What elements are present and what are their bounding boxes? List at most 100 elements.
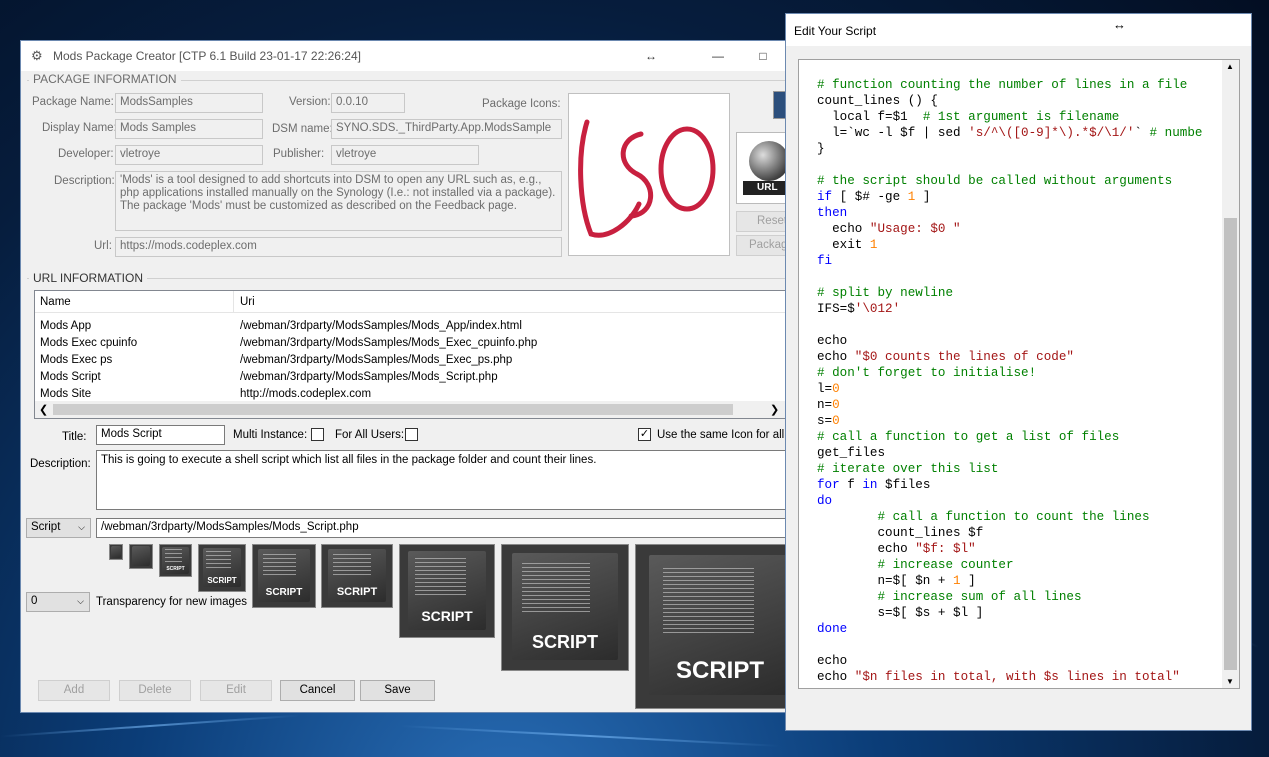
- scroll-down-icon[interactable]: ▼: [1226, 677, 1234, 686]
- package-info-heading: PACKAGE INFORMATION: [29, 72, 181, 86]
- description2-input[interactable]: This is going to execute a shell script …: [96, 450, 801, 510]
- code-line[interactable]: echo "$n files in total, with $s lines i…: [817, 669, 1202, 685]
- code-line[interactable]: count_lines $f: [817, 525, 1202, 541]
- icon-size-thumb[interactable]: [109, 544, 123, 560]
- code-line[interactable]: then: [817, 205, 1202, 221]
- code-line[interactable]: # call a function to get a list of files: [817, 429, 1202, 445]
- wallpaper-streak: [400, 725, 780, 747]
- publisher-field[interactable]: vletroye: [331, 145, 479, 165]
- chevron-down-icon: ⌵: [77, 596, 84, 606]
- code-line[interactable]: echo "$0 counts the lines of code": [817, 349, 1202, 365]
- code-line[interactable]: for f in $files: [817, 477, 1202, 493]
- url-label: Url:: [94, 240, 112, 252]
- script-path-input[interactable]: /webman/3rdparty/ModsSamples/Mods_Script…: [96, 518, 801, 538]
- description-field[interactable]: 'Mods' is a tool designed to add shortcu…: [115, 171, 562, 231]
- multi-instance-checkbox[interactable]: [311, 428, 324, 441]
- url-field[interactable]: https://mods.codeplex.com: [115, 237, 562, 257]
- chevron-down-icon: ⌵: [78, 522, 85, 532]
- code-line[interactable]: if [ $# -ge 1 ]: [817, 189, 1202, 205]
- version-label: Version:: [289, 96, 331, 108]
- type-select[interactable]: Script ⌵: [26, 518, 91, 538]
- for-all-users-checkbox[interactable]: [405, 428, 418, 441]
- scrollbar-thumb[interactable]: [1224, 218, 1237, 670]
- col-uri-header[interactable]: Uri: [240, 296, 255, 308]
- package-name-field[interactable]: ModsSamples: [115, 93, 263, 113]
- code-line[interactable]: exit 1: [817, 237, 1202, 253]
- transparency-select[interactable]: 0 ⌵: [26, 592, 90, 612]
- icon-size-thumb[interactable]: SCRIPT: [321, 544, 393, 608]
- code-line[interactable]: count_lines () {: [817, 93, 1202, 109]
- window-title: Mods Package Creator [CTP 6.1 Build 23-0…: [53, 49, 361, 63]
- code-line[interactable]: [817, 157, 1202, 173]
- icon-size-thumb[interactable]: SCRIPT: [159, 544, 192, 577]
- code-line[interactable]: n=$[ $n + 1 ]: [817, 573, 1202, 589]
- icon-size-thumb[interactable]: SCRIPT: [198, 544, 246, 592]
- col-name-header[interactable]: Name: [40, 296, 71, 308]
- code-line[interactable]: # increase sum of all lines: [817, 589, 1202, 605]
- vertical-scrollbar[interactable]: ▲ ▼: [1222, 60, 1239, 688]
- developer-field[interactable]: vletroye: [115, 145, 263, 165]
- add-button[interactable]: Add: [38, 680, 110, 701]
- code-line[interactable]: n=0: [817, 397, 1202, 413]
- wallpaper-streak: [0, 714, 300, 738]
- description2-label: Description:: [30, 458, 91, 470]
- code-line[interactable]: get_files: [817, 445, 1202, 461]
- code-line[interactable]: echo: [817, 653, 1202, 669]
- code-line[interactable]: [817, 317, 1202, 333]
- icon-size-thumb[interactable]: SCRIPT: [635, 544, 805, 709]
- same-icon-checkbox[interactable]: ✓: [638, 428, 651, 441]
- list-item[interactable]: Mods Script/webman/3rdparty/ModsSamples/…: [35, 369, 793, 386]
- save-button[interactable]: Save: [360, 680, 435, 701]
- list-item[interactable]: Mods Exec ps/webman/3rdparty/ModsSamples…: [35, 352, 793, 369]
- code-line[interactable]: echo "Usage: $0 ": [817, 221, 1202, 237]
- code-line[interactable]: l=0: [817, 381, 1202, 397]
- script-editor[interactable]: # function counting the number of lines …: [798, 59, 1240, 689]
- same-icon-label: Use the same Icon for all siz: [657, 429, 802, 441]
- code-line[interactable]: [817, 269, 1202, 285]
- horizontal-scrollbar[interactable]: ❮ ❯: [35, 401, 793, 418]
- script-code[interactable]: # function counting the number of lines …: [817, 77, 1202, 685]
- dsm-name-field[interactable]: SYNO.SDS._ThirdParty.App.ModsSample: [331, 119, 562, 139]
- icon-size-thumb[interactable]: SCRIPT: [252, 544, 316, 608]
- code-line[interactable]: do: [817, 493, 1202, 509]
- list-item[interactable]: Mods App/webman/3rdparty/ModsSamples/Mod…: [35, 318, 793, 335]
- url-list[interactable]: Name Uri Mods App/webman/3rdparty/ModsSa…: [34, 290, 794, 419]
- display-name-field[interactable]: Mods Samples: [115, 119, 263, 139]
- code-line[interactable]: # split by newline: [817, 285, 1202, 301]
- code-line[interactable]: # call a function to count the lines: [817, 509, 1202, 525]
- code-line[interactable]: IFS=$'\012': [817, 301, 1202, 317]
- code-line[interactable]: l=`wc -l $f | sed 's/^\([0-9]*\).*$/\1/'…: [817, 125, 1202, 141]
- scroll-left-icon[interactable]: ❮: [39, 403, 48, 416]
- code-line[interactable]: }: [817, 141, 1202, 157]
- maximize-button[interactable]: □: [756, 49, 770, 63]
- version-field[interactable]: 0.0.10: [331, 93, 405, 113]
- edit-button[interactable]: Edit: [200, 680, 272, 701]
- main-titlebar: ⚙ Mods Package Creator [CTP 6.1 Build 23…: [21, 41, 809, 71]
- code-line[interactable]: echo: [817, 333, 1202, 349]
- minimize-button[interactable]: —: [711, 49, 725, 63]
- code-line[interactable]: [817, 637, 1202, 653]
- list-item[interactable]: Mods Exec cpuinfo/webman/3rdparty/ModsSa…: [35, 335, 793, 352]
- code-line[interactable]: local f=$1 # 1st argument is filename: [817, 109, 1202, 125]
- code-line[interactable]: s=$[ $s + $l ]: [817, 605, 1202, 621]
- code-line[interactable]: done: [817, 621, 1202, 637]
- icon-size-thumb[interactable]: SCRIPT: [501, 544, 629, 671]
- globe-icon: [749, 141, 789, 181]
- code-line[interactable]: echo "$f: $l": [817, 541, 1202, 557]
- scrollbar-thumb[interactable]: [53, 404, 733, 415]
- code-line[interactable]: # the script should be called without ar…: [817, 173, 1202, 189]
- icon-size-thumb[interactable]: [129, 544, 153, 569]
- delete-button[interactable]: Delete: [119, 680, 191, 701]
- cancel-button[interactable]: Cancel: [280, 680, 355, 701]
- package-icon-lso-logo[interactable]: [568, 93, 730, 256]
- code-line[interactable]: fi: [817, 253, 1202, 269]
- scroll-up-icon[interactable]: ▲: [1226, 62, 1234, 71]
- code-line[interactable]: # function counting the number of lines …: [817, 77, 1202, 93]
- scroll-right-icon[interactable]: ❯: [770, 403, 779, 416]
- code-line[interactable]: s=0: [817, 413, 1202, 429]
- code-line[interactable]: # iterate over this list: [817, 461, 1202, 477]
- icon-size-thumb[interactable]: SCRIPT: [399, 544, 495, 638]
- code-line[interactable]: # increase counter: [817, 557, 1202, 573]
- title-input[interactable]: Mods Script: [96, 425, 225, 445]
- code-line[interactable]: # don't forget to initialise!: [817, 365, 1202, 381]
